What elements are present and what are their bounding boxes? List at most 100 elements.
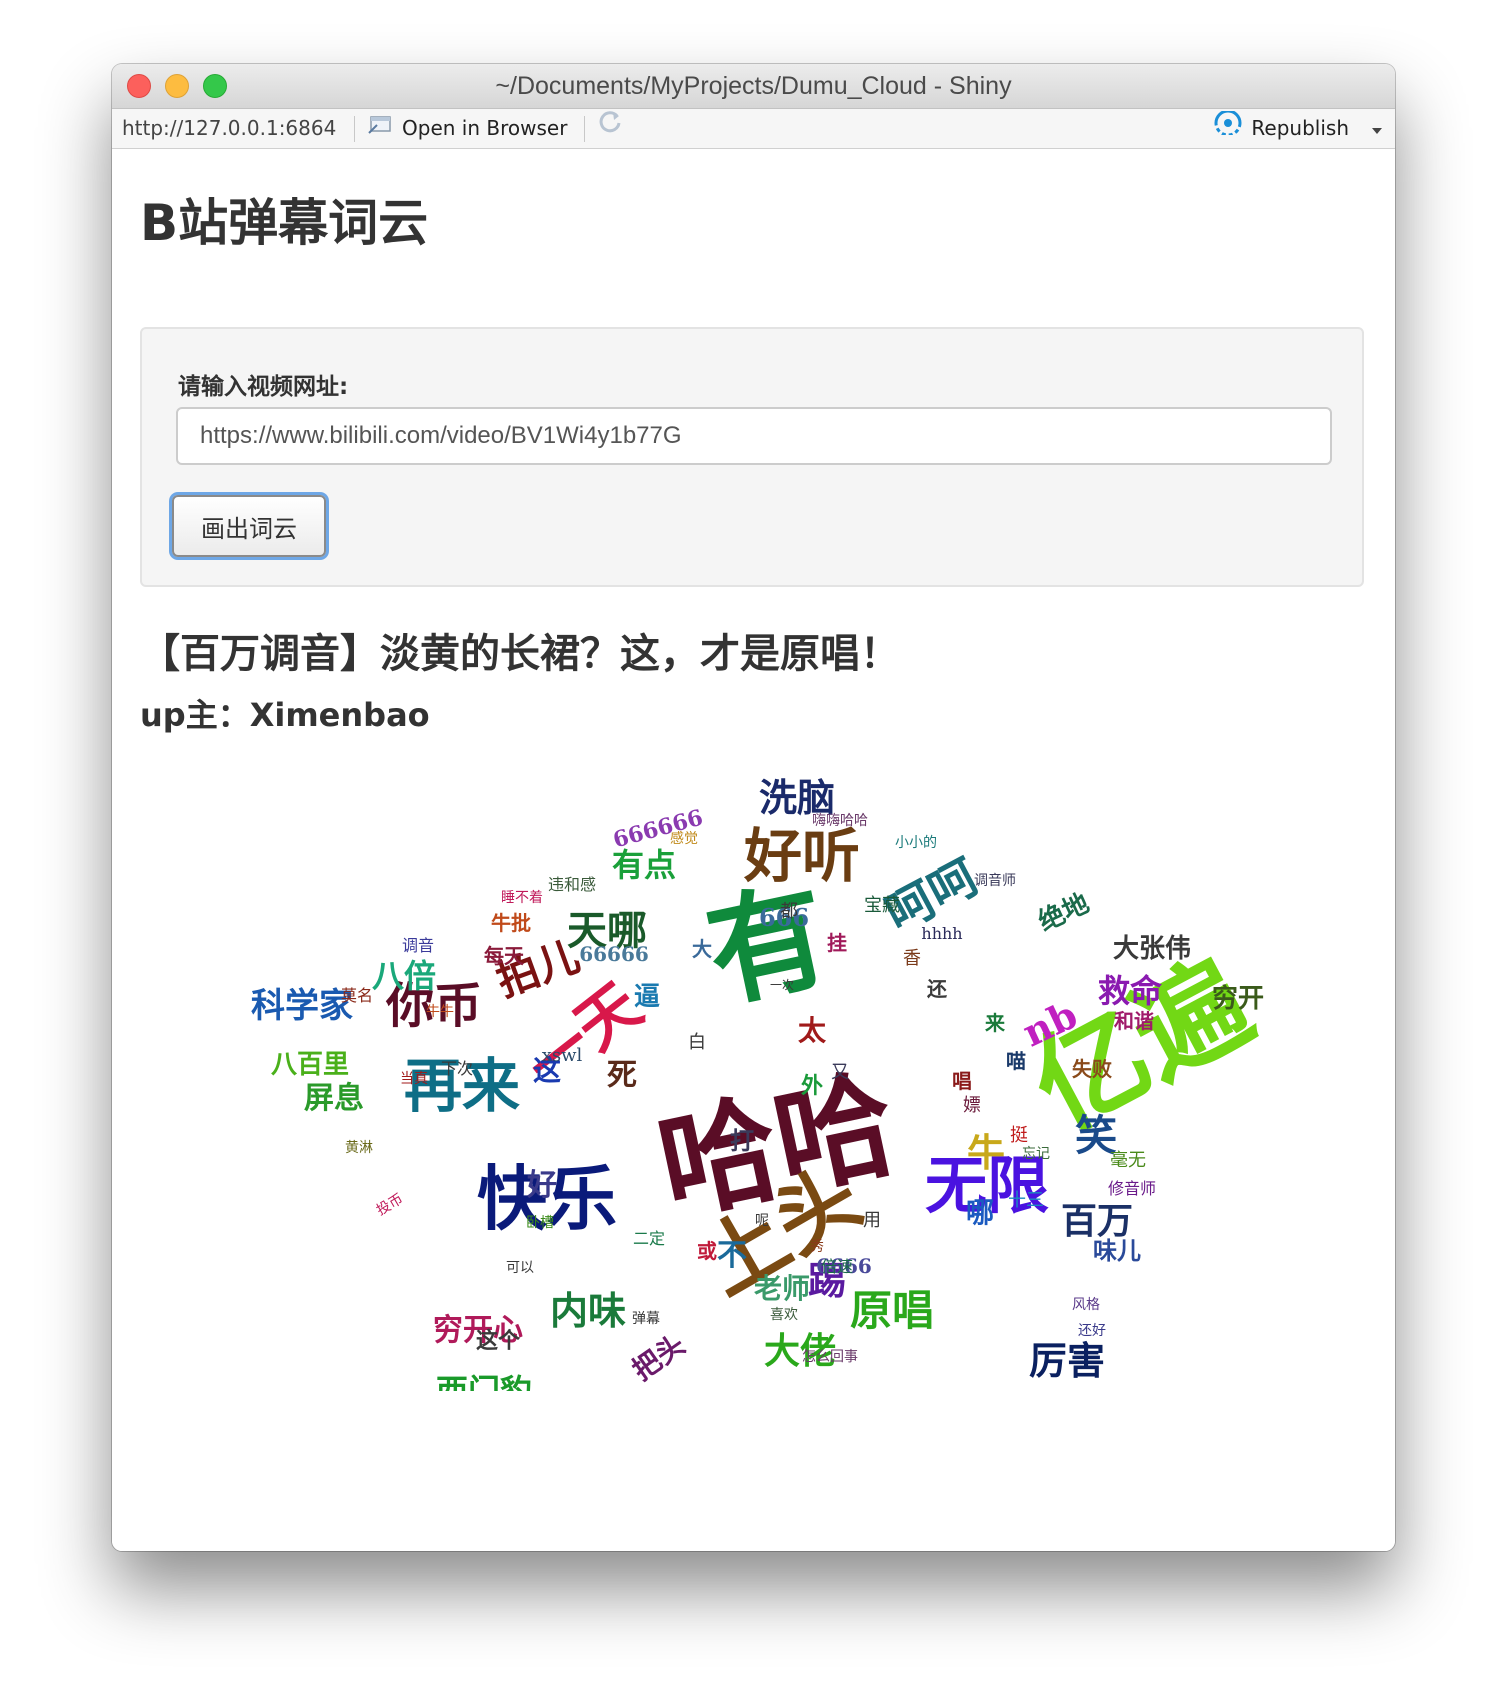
word-cloud-word: 感觉 — [670, 831, 698, 847]
republish-label: Republish — [1251, 116, 1349, 140]
word-cloud-word: 又 — [831, 1062, 849, 1083]
word-cloud-word: 逼 — [633, 982, 661, 1012]
word-cloud-word: 白 — [688, 1032, 706, 1053]
word-cloud-word: 大张伟 — [1112, 934, 1192, 964]
toolbar-divider — [584, 116, 585, 142]
word-cloud-word: 忘记 — [1022, 1146, 1050, 1162]
app-window: ~/Documents/MyProjects/Dumu_Cloud - Shin… — [112, 64, 1395, 1551]
word-cloud-word: 有 — [695, 864, 841, 1025]
word-cloud-word: 这个 — [475, 1328, 521, 1354]
word-cloud-word: 科学家 — [251, 986, 353, 1026]
word-cloud-word: 二定 — [632, 1229, 666, 1248]
word-cloud-word: 调音 — [401, 936, 435, 955]
word-cloud-word: 失败 — [1072, 1057, 1112, 1081]
word-cloud-word: 内味 — [549, 1288, 627, 1333]
word-cloud-word: 投币 — [373, 1191, 407, 1219]
draw-cloud-button[interactable]: 画出词云 — [172, 495, 326, 557]
word-cloud-word: 厉害 — [1028, 1338, 1106, 1383]
open-in-browser-label: Open in Browser — [402, 116, 568, 140]
word-cloud-word: 太 — [797, 1014, 827, 1047]
word-cloud-word: 可以 — [506, 1260, 534, 1276]
reload-app-button[interactable] — [596, 109, 624, 148]
word-cloud-word: 风格 — [1072, 1297, 1100, 1313]
word-cloud-word: 八倍 — [371, 957, 437, 995]
word-cloud-word: 有点 — [611, 846, 677, 884]
word-cloud-word: xswl — [541, 1045, 583, 1066]
word-cloud-word: 呢 — [755, 1213, 769, 1229]
word-cloud-word: 牛批 — [491, 911, 531, 935]
word-cloud-word: 小小的 — [895, 835, 937, 851]
video-url-input[interactable] — [176, 407, 1332, 465]
word-cloud-word: 倍速 — [820, 1257, 854, 1276]
word-cloud-word: 修音师 — [1107, 1179, 1157, 1198]
word-cloud-word: 每天 — [484, 944, 524, 968]
word-cloud-word: 挺 — [1010, 1125, 1028, 1146]
word-cloud-word: 用 — [863, 1210, 881, 1231]
word-cloud-word: 牛牛 — [426, 1004, 454, 1020]
window-title: ~/Documents/MyProjects/Dumu_Cloud - Shin… — [495, 72, 1012, 100]
word-cloud-word: 好听 — [743, 822, 861, 890]
word-cloud-word: 挂 — [827, 931, 847, 955]
video-title: 【百万调音】淡黄的长裙？这，才是原唱！ — [140, 631, 900, 677]
word-cloud-word: 百万 — [1060, 1200, 1134, 1242]
word-cloud-word: 味儿 — [1093, 1236, 1141, 1265]
publish-icon — [1213, 109, 1243, 148]
title-bar: ~/Documents/MyProjects/Dumu_Cloud - Shin… — [112, 64, 1395, 109]
word-cloud-word: 把头 — [626, 1328, 692, 1388]
input-panel: 请输入视频网址: 画出词云 — [140, 327, 1364, 587]
word-cloud-word: 老师 — [753, 1272, 811, 1305]
word-cloud-word: 嗨嗨哈哈 — [812, 813, 868, 829]
word-cloud-word: 睡不着 — [501, 890, 543, 906]
viewer-toolbar: http://127.0.0.1:6864 Open in Browser Re… — [112, 109, 1395, 149]
word-cloud-word: 救命 — [1097, 972, 1163, 1010]
word-cloud-word: 怎么回事 — [802, 1349, 858, 1365]
word-cloud-word: 八百里 — [270, 1050, 350, 1080]
word-cloud-word: 66666 — [579, 942, 649, 966]
word-cloud-word: 外 — [800, 1073, 824, 1099]
toolbar-divider — [354, 116, 355, 142]
word-cloud-word: 违和感 — [547, 875, 597, 894]
word-cloud-word: 弹幕 — [632, 1311, 660, 1327]
open-in-browser-button[interactable]: Open in Browser — [368, 109, 567, 148]
refresh-icon — [596, 108, 624, 149]
word-cloud-word: 十三 — [1008, 1190, 1044, 1211]
word-cloud-word: 卧槽 — [526, 1215, 554, 1231]
word-cloud-word: 不 — [717, 1238, 747, 1273]
app-url[interactable]: http://127.0.0.1:6864 — [122, 109, 336, 148]
word-cloud-word: 还好 — [1078, 1323, 1106, 1339]
word-cloud-word: 都 — [780, 901, 798, 922]
video-url-label: 请输入视频网址: — [178, 374, 349, 400]
word-cloud-word: 调音师 — [974, 873, 1016, 889]
word-cloud-word: 哪 — [965, 1196, 995, 1229]
page-title: B站弹幕词云 — [140, 194, 429, 252]
word-cloud-word: 当真 — [400, 1071, 428, 1087]
word-cloud-word: 大 — [692, 937, 712, 961]
caret-down-icon[interactable] — [1371, 109, 1383, 148]
word-cloud-word: 穷开 — [1211, 984, 1265, 1014]
word-cloud-word: 宝藏 — [864, 895, 900, 916]
word-cloud-word: 秀 — [810, 1239, 824, 1255]
word-cloud-word: 唱 — [952, 1069, 972, 1093]
word-cloud-word: 洗脑 — [758, 775, 836, 820]
word-cloud-word: 喜欢 — [770, 1307, 798, 1323]
uploader-name: up主：Ximenbao — [140, 696, 430, 734]
word-cloud-word: 莫名 — [340, 986, 374, 1005]
word-cloud-word: 好 — [527, 1168, 557, 1203]
shiny-app-content: B站弹幕词云 请输入视频网址: 画出词云 【百万调音】淡黄的长裙？这，才是原唱！… — [112, 149, 1395, 1551]
word-cloud-word: hhhh — [921, 924, 963, 943]
word-cloud-word: 嫖 — [963, 1095, 981, 1116]
word-cloud-word: 原唱 — [849, 1286, 935, 1335]
word-cloud-word: 死 — [607, 1058, 637, 1093]
word-cloud-word: 毫无 — [1110, 1150, 1146, 1171]
word-cloud-word: 和谐 — [1114, 1009, 1154, 1033]
republish-button[interactable]: Republish — [1213, 109, 1383, 148]
word-cloud-word: 香 — [903, 948, 921, 969]
word-cloud-word: 或 — [697, 1239, 717, 1263]
browser-window-icon — [368, 109, 392, 148]
word-cloud-word: 西门豹 — [435, 1372, 533, 1391]
word-cloud-word: 下次 — [440, 1059, 474, 1078]
word-cloud-word: 屏息 — [304, 1081, 364, 1116]
word-cloud-word: 一次 — [769, 978, 795, 992]
word-cloud-word: 来 — [985, 1011, 1005, 1035]
word-cloud-word: 绝地 — [1034, 888, 1094, 938]
